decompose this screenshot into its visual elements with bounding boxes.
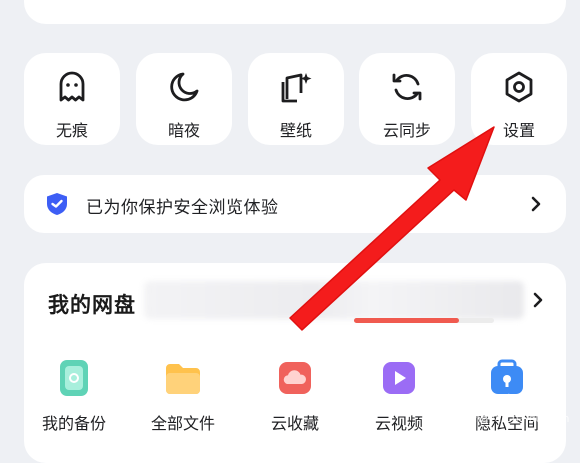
security-banner[interactable]: 已为你保护安全浏览体验 — [24, 175, 566, 233]
incognito-button[interactable]: 无痕 — [24, 53, 120, 145]
storage-progress-fill — [354, 318, 459, 323]
cloud-favorite-item[interactable]: 云收藏 — [250, 358, 340, 448]
storage-progress-bar — [354, 318, 494, 323]
top-card — [24, 0, 566, 24]
wallpaper-icon — [276, 67, 316, 107]
ghost-icon — [52, 67, 92, 107]
night-mode-button[interactable]: 暗夜 — [136, 53, 232, 145]
shield-icon — [46, 192, 68, 220]
all-files-label: 全部文件 — [150, 414, 215, 433]
sync-icon — [387, 67, 427, 107]
night-mode-label: 暗夜 — [167, 121, 200, 140]
wallpaper-button[interactable]: 壁纸 — [248, 53, 344, 145]
my-backup-item[interactable]: 我的备份 — [29, 358, 119, 448]
cloud-favorite-label: 云收藏 — [270, 414, 319, 433]
incognito-label: 无痕 — [55, 121, 88, 140]
my-backup-label: 我的备份 — [41, 414, 106, 433]
moon-icon — [164, 67, 204, 107]
cloud-disk-card: 我的网盘 我的备份 全部文件 云收藏 云视频 隐私空间 — [24, 263, 566, 463]
cloud-sync-button[interactable]: 云同步 — [359, 53, 455, 145]
settings-button[interactable]: 设置 — [471, 53, 567, 145]
folder-icon — [160, 358, 206, 398]
cloud-favorite-icon — [272, 358, 318, 398]
video-icon — [376, 358, 422, 398]
cloud-disk-title[interactable]: 我的网盘 — [48, 289, 136, 319]
wallpaper-label: 壁纸 — [279, 121, 312, 140]
cloud-sync-label: 云同步 — [382, 121, 431, 140]
settings-gear-icon — [499, 67, 539, 107]
settings-label: 设置 — [502, 121, 535, 140]
chevron-right-icon[interactable] — [532, 291, 544, 313]
all-files-item[interactable]: 全部文件 — [138, 358, 228, 448]
cloud-video-item[interactable]: 云视频 — [354, 358, 444, 448]
baidu-watermark-url: jingyan.baidu.com — [468, 412, 570, 425]
backup-icon — [51, 358, 97, 398]
cloud-video-label: 云视频 — [374, 414, 423, 433]
chevron-right-icon — [530, 195, 542, 217]
security-banner-text: 已为你保护安全浏览体验 — [86, 198, 279, 218]
blurred-account-info — [144, 281, 524, 319]
